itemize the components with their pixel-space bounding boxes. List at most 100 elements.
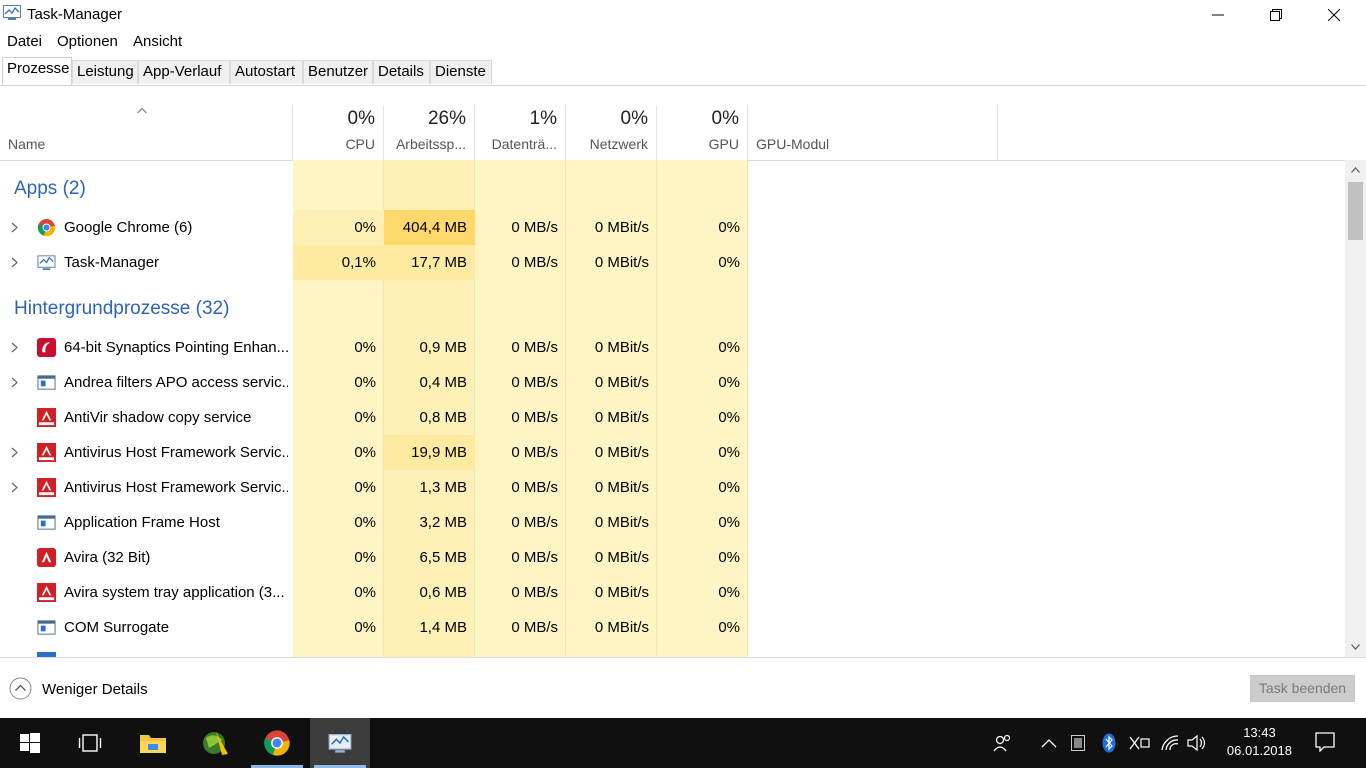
process-name: Antivirus Host Framework Servic... (64, 479, 288, 496)
people-icon[interactable] (993, 734, 1013, 752)
clock[interactable]: 13:43 06.01.2018 (1227, 724, 1292, 760)
restore-button[interactable] (1246, 0, 1306, 30)
scroll-down-icon[interactable] (1351, 644, 1360, 650)
avira-icon (37, 583, 56, 602)
menu-datei[interactable]: Datei (7, 33, 42, 50)
clock-time: 13:43 (1243, 725, 1276, 740)
chevron-right-icon[interactable] (11, 377, 18, 388)
chevron-right-icon[interactable] (11, 222, 18, 233)
close-icon (1328, 9, 1340, 21)
globe-app-icon (203, 732, 228, 755)
process-name: COM Surrogate (64, 619, 170, 636)
header-name[interactable]: Name (0, 105, 293, 160)
taskbar: 13:43 06.01.2018 (0, 718, 1366, 768)
tab-details[interactable]: Details (373, 60, 430, 84)
taskbar-task-manager[interactable] (310, 718, 370, 768)
title-bar: Task-Manager (0, 0, 1366, 30)
end-task-button[interactable]: Task beenden (1250, 675, 1355, 702)
task-manager-icon (37, 255, 56, 271)
action-center-icon[interactable] (1315, 732, 1335, 752)
tab-bar: Prozesse Leistung App-Verlauf Autostart … (0, 57, 1366, 86)
window-title: Task-Manager (27, 6, 123, 23)
taskbar-app-globe[interactable] (185, 718, 245, 768)
task-manager-icon (328, 734, 352, 753)
fewer-details-icon[interactable] (9, 677, 32, 700)
table-row[interactable]: Avira system tray application (3... 0% 0… (0, 575, 1345, 610)
chevron-right-icon[interactable] (11, 257, 18, 268)
task-view-icon (78, 734, 102, 752)
tray-app-icon[interactable] (1071, 735, 1085, 751)
tab-prozesse[interactable]: Prozesse (2, 57, 72, 85)
fewer-details-link[interactable]: Weniger Details (42, 681, 148, 698)
minimize-icon (1212, 14, 1224, 16)
service-window-icon (37, 620, 56, 635)
avira-icon (37, 443, 56, 462)
process-name: Google Chrome (6) (64, 219, 193, 236)
table-row[interactable]: COM Surrogate 0% 1,4 MB 0 MB/s 0 MBit/s … (0, 610, 1345, 645)
chevron-right-icon[interactable] (11, 342, 18, 353)
avira-icon (37, 478, 56, 497)
tab-app-verlauf[interactable]: App-Verlauf (138, 60, 230, 84)
table-row[interactable]: Google Chrome (6) 0% 404,4 MB 0 MB/s 0 M… (0, 210, 1345, 245)
clock-date: 06.01.2018 (1226, 743, 1292, 758)
footer-bar: Weniger Details Task beenden (0, 657, 1366, 719)
header-gpu[interactable]: 0% GPU (657, 105, 748, 160)
folder-icon (140, 735, 166, 753)
avira-icon (37, 408, 56, 427)
task-manager-icon (3, 5, 21, 20)
tab-leistung[interactable]: Leistung (72, 60, 138, 84)
restore-icon (1270, 9, 1282, 21)
scroll-up-icon[interactable] (1351, 167, 1360, 173)
group-header-apps: Apps (2) (14, 178, 86, 199)
header-memory[interactable]: 26% Arbeitssp... (384, 105, 475, 160)
process-list: Apps (2) Google Chrome (6) 0% 404,4 MB 0… (0, 160, 1345, 657)
task-view-button[interactable] (60, 718, 120, 768)
table-row[interactable]: Task-Manager 0,1% 17,7 MB 0 MB/s 0 MBit/… (0, 245, 1345, 280)
header-network[interactable]: 0% Netzwerk (566, 105, 657, 160)
bluetooth-icon[interactable] (1102, 733, 1116, 753)
start-button[interactable] (0, 718, 60, 768)
process-name: 64-bit Synaptics Pointing Enhan... (64, 339, 288, 356)
input-indicator-icon[interactable] (1128, 735, 1150, 751)
table-row[interactable]: Andrea filters APO access servic... 0% 0… (0, 365, 1345, 400)
taskbar-chrome[interactable] (247, 718, 307, 768)
table-row[interactable]: Antivirus Host Framework Servic... 0% 19… (0, 435, 1345, 470)
table-row[interactable]: AntiVir shadow copy service 0% 0,8 MB 0 … (0, 400, 1345, 435)
header-cpu[interactable]: 0% CPU (293, 105, 384, 160)
close-button[interactable] (1304, 0, 1364, 30)
chevron-right-icon[interactable] (11, 447, 18, 458)
avira-umbrella-icon (37, 548, 56, 567)
tab-autostart[interactable]: Autostart (230, 60, 303, 84)
process-name: Task-Manager (64, 254, 160, 271)
menu-bar: Datei Optionen Ansicht (0, 30, 1366, 52)
service-window-icon (37, 515, 56, 530)
header-gpu-engine[interactable]: GPU-Modul (748, 105, 998, 160)
process-name: Avira system tray application (3... (64, 584, 285, 601)
process-name: Andrea filters APO access servic... (64, 374, 288, 391)
tab-benutzer[interactable]: Benutzer (303, 60, 373, 84)
chrome-icon (264, 730, 290, 756)
service-window-icon (37, 375, 56, 390)
windows-icon (20, 733, 40, 753)
menu-optionen[interactable]: Optionen (57, 33, 118, 50)
process-name: AntiVir shadow copy service (64, 409, 252, 426)
wifi-icon[interactable] (1160, 734, 1180, 752)
show-hidden-icons-icon[interactable] (1041, 738, 1057, 748)
table-row[interactable]: Application Frame Host 0% 3,2 MB 0 MB/s … (0, 505, 1345, 540)
volume-icon[interactable] (1187, 734, 1207, 752)
table-row[interactable]: Antivirus Host Framework Servic... 0% 1,… (0, 470, 1345, 505)
chevron-right-icon[interactable] (11, 482, 18, 493)
menu-ansicht[interactable]: Ansicht (133, 33, 182, 50)
process-name: Avira (32 Bit) (64, 549, 151, 566)
taskbar-file-explorer[interactable] (123, 718, 183, 768)
minimize-button[interactable] (1188, 0, 1248, 30)
vertical-scrollbar[interactable] (1345, 160, 1366, 657)
scrollbar-thumb[interactable] (1348, 182, 1363, 240)
table-row[interactable]: 64-bit Synaptics Pointing Enhan... 0% 0,… (0, 330, 1345, 365)
tab-dienste[interactable]: Dienste (430, 60, 492, 84)
process-name: Application Frame Host (64, 514, 220, 531)
synaptics-icon (37, 338, 56, 357)
table-row[interactable]: Avira (32 Bit) 0% 6,5 MB 0 MB/s 0 MBit/s… (0, 540, 1345, 575)
header-disk[interactable]: 1% Datenträ... (475, 105, 566, 160)
process-name: Antivirus Host Framework Servic... (64, 444, 288, 461)
